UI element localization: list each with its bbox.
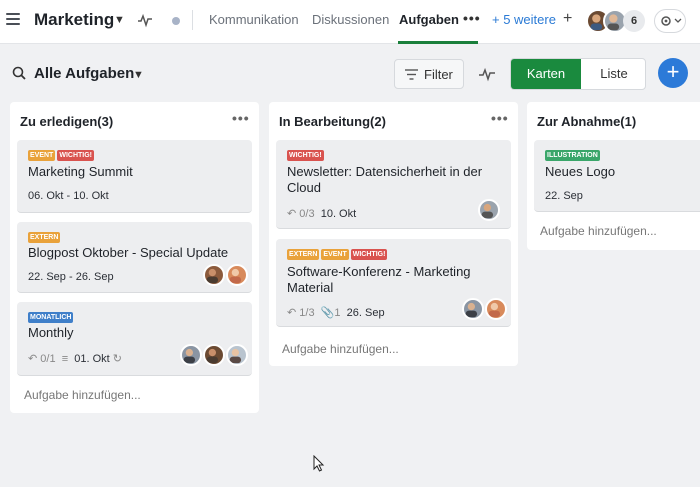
tab-options-icon[interactable]: ••• xyxy=(463,10,481,26)
task-card[interactable]: EXTERN EVENT WICHTIG! Software-Konferenz -… xyxy=(276,239,511,327)
board-column: Zur Abnahme(1) ILLUSTRATION Neues Logo 2… xyxy=(527,102,700,250)
tag-list: MONATLICH xyxy=(28,312,75,323)
active-tab-indicator xyxy=(398,41,478,44)
card-meta: ↶ 1/3 📎1 26. Sep xyxy=(287,306,385,319)
subtask-icon: ↶ xyxy=(287,208,297,220)
add-task-link[interactable]: Aufgabe hinzufügen... xyxy=(282,342,399,356)
avatar[interactable] xyxy=(462,298,484,320)
tag-list: EXTERN xyxy=(28,232,62,243)
avatar[interactable] xyxy=(226,264,248,286)
member-count-badge[interactable]: 6 xyxy=(623,10,645,32)
subtask-count: 0/1 xyxy=(40,353,56,365)
tag-illustration: ILLUSTRATION xyxy=(545,150,600,161)
card-title: Marketing Summit xyxy=(28,164,133,179)
filter-label: Filter xyxy=(424,67,453,82)
add-task-link[interactable]: Aufgabe hinzufügen... xyxy=(24,388,141,402)
card-date: 01. Okt xyxy=(74,353,110,365)
tag-wichtig: WICHTIG! xyxy=(287,150,324,161)
filter-icon xyxy=(405,69,418,80)
task-card[interactable]: WICHTIG! Newsletter: Datensicherheit in … xyxy=(276,140,511,229)
card-title: Monthly xyxy=(28,325,74,340)
attachment-icon: 📎 xyxy=(317,307,335,319)
board-column: In Bearbeitung(2) ••• WICHTIG! Newslette… xyxy=(269,102,518,366)
card-meta: ↶ 0/3 10. Okt xyxy=(287,207,356,220)
mouse-cursor-icon xyxy=(313,455,325,472)
column-title: In Bearbeitung(2) xyxy=(279,114,386,129)
project-title[interactable]: Marketing xyxy=(34,10,114,30)
tab-aufgaben[interactable]: Aufgaben xyxy=(399,12,459,27)
tag-event: EVENT xyxy=(321,249,349,260)
tag-wichtig: WICHTIG! xyxy=(350,249,388,260)
chevron-down-icon[interactable]: ▼ xyxy=(133,69,144,81)
filter-button[interactable]: Filter xyxy=(394,59,464,89)
card-date: 06. Okt - 10. Okt xyxy=(28,190,109,202)
card-date: 26. Sep xyxy=(346,307,385,319)
subtask-count: 1/3 xyxy=(299,307,315,319)
task-card[interactable]: EXTERN Blogpost Oktober - Special Update… xyxy=(17,222,252,293)
top-bar: Marketing ▼ Kommunikation Diskussionen A… xyxy=(0,0,700,44)
add-task-fab[interactable]: + xyxy=(658,58,688,88)
tag-extern: EXTERN xyxy=(287,249,320,260)
menu-icon[interactable] xyxy=(6,13,20,27)
subtask-count: 0/3 xyxy=(299,208,315,220)
card-meta: ↶ 0/1 ≡ 01. Okt ↻ xyxy=(28,352,122,365)
avatar[interactable] xyxy=(180,344,202,366)
gear-icon xyxy=(661,16,682,26)
avatar[interactable] xyxy=(226,344,248,366)
column-title: Zu erledigen(3) xyxy=(20,114,114,129)
card-date: 10. Okt xyxy=(320,208,357,220)
card-title: Neues Logo xyxy=(545,164,616,179)
view-cards-button[interactable]: Karten xyxy=(511,59,581,89)
tag-wichtig: WICHTIG! xyxy=(57,150,95,161)
view-title[interactable]: Alle Aufgaben xyxy=(34,65,134,82)
avatar[interactable] xyxy=(203,344,225,366)
task-card[interactable]: ILLUSTRATION Neues Logo 22. Sep xyxy=(534,140,700,212)
column-title: Zur Abnahme(1) xyxy=(537,114,637,129)
subtask-icon: ↶ xyxy=(287,307,297,319)
attachment-count: 1 xyxy=(334,307,341,319)
settings-button[interactable] xyxy=(654,9,686,33)
tab-kommunikation[interactable]: Kommunikation xyxy=(209,12,299,27)
task-card[interactable]: EVENT WICHTIG! Marketing Summit 06. Okt -… xyxy=(17,140,252,213)
card-date: 22. Sep xyxy=(545,190,583,202)
add-tab-button[interactable]: + xyxy=(563,10,572,28)
board-column: Zu erledigen(3) ••• EVENT WICHTIG! Market… xyxy=(10,102,259,413)
tag-extern: EXTERN xyxy=(28,232,61,243)
card-title: Newsletter: Datensicherheit in der Cloud xyxy=(287,164,483,195)
column-menu-icon[interactable]: ••• xyxy=(232,110,250,126)
search-icon[interactable] xyxy=(12,66,26,80)
add-task-link[interactable]: Aufgabe hinzufügen... xyxy=(540,224,657,238)
card-title: Blogpost Oktober - Special Update xyxy=(28,245,229,260)
activity-icon[interactable] xyxy=(478,65,496,83)
column-menu-icon[interactable]: ••• xyxy=(491,110,509,126)
view-list-button[interactable]: Liste xyxy=(581,59,645,89)
avatar[interactable] xyxy=(478,199,500,221)
status-dot xyxy=(172,17,180,25)
activity-icon[interactable] xyxy=(137,12,153,28)
divider xyxy=(192,10,193,30)
card-title: Software-Konferenz - Marketing Material xyxy=(287,264,471,295)
more-tabs-link[interactable]: + 5 weitere xyxy=(492,12,556,27)
tag-monatlich: MONATLICH xyxy=(28,312,74,323)
tag-list: ILLUSTRATION xyxy=(545,150,602,161)
task-card[interactable]: MONATLICH Monthly ↶ 0/1 ≡ 01. Okt ↻ xyxy=(17,302,252,376)
avatar[interactable] xyxy=(203,264,225,286)
tag-list: EXTERN EVENT WICHTIG! xyxy=(287,249,389,260)
view-switch: Karten Liste xyxy=(510,58,646,90)
tag-list: WICHTIG! xyxy=(287,150,326,161)
description-icon: ≡ xyxy=(58,353,72,365)
recurring-icon: ↻ xyxy=(112,353,122,365)
subtask-icon: ↶ xyxy=(28,353,38,365)
tab-diskussionen[interactable]: Diskussionen xyxy=(312,12,389,27)
chevron-down-icon[interactable]: ▼ xyxy=(114,14,125,26)
card-date: 22. Sep - 26. Sep xyxy=(28,271,114,283)
tag-list: EVENT WICHTIG! xyxy=(28,150,96,161)
tag-event: EVENT xyxy=(28,150,56,161)
avatar[interactable] xyxy=(485,298,507,320)
